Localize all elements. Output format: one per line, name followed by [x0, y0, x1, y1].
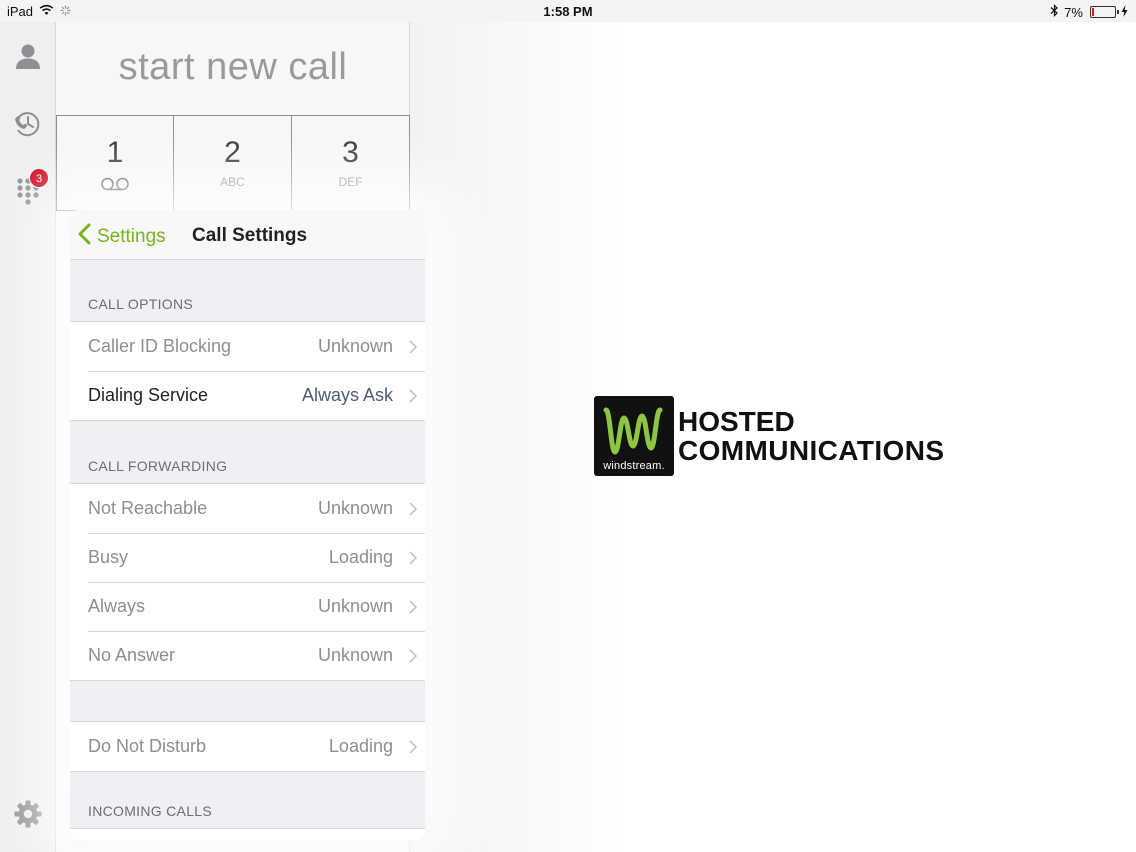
dialer-title: start new call: [118, 46, 348, 88]
chevron-right-icon: [401, 550, 425, 565]
panel-header: Settings Call Settings: [70, 210, 425, 260]
row-value: Unknown: [317, 596, 393, 616]
back-label: Settings: [97, 226, 166, 247]
chevron-left-icon: [78, 223, 91, 251]
row-label: Dialing Service: [88, 385, 209, 405]
key-1[interactable]: 1: [56, 115, 174, 211]
voicemail-icon: [57, 177, 173, 191]
row-label: Always: [88, 596, 146, 616]
recents-button[interactable]: [10, 108, 46, 144]
key-letters: ABC: [220, 175, 245, 189]
brand-line2: COMMUNICATIONS: [678, 435, 945, 466]
chevron-right-icon: [401, 599, 425, 614]
row-value: Loading: [328, 736, 393, 756]
incoming-calls-group: [70, 828, 425, 840]
left-rail: 3: [0, 22, 56, 852]
status-right: 7%: [1050, 4, 1128, 20]
keypad-badge: 3: [29, 168, 49, 188]
brand-text: HOSTED COMMUNICATIONS: [678, 407, 944, 465]
logo-word: windstream.: [603, 460, 665, 472]
panel-title: Call Settings: [192, 225, 308, 246]
bluetooth-icon: [1050, 4, 1059, 20]
row-label: Busy: [88, 547, 129, 567]
row-label: No Answer: [88, 645, 176, 665]
call-forwarding-group: Not Reachable Unknown Busy Loading Alway…: [70, 483, 425, 681]
key-digit: 2: [224, 136, 241, 169]
row-not-reachable[interactable]: Not Reachable Unknown: [70, 484, 425, 533]
brand-line1: HOSTED: [678, 406, 795, 437]
main-area: windstream. HOSTED COMMUNICATIONS: [410, 22, 1136, 852]
back-button[interactable]: Settings: [78, 223, 166, 251]
dnd-group: Do Not Disturb Loading: [70, 721, 425, 772]
windstream-logo: windstream.: [594, 396, 674, 476]
call-options-group: Caller ID Blocking Unknown Dialing Servi…: [70, 321, 425, 421]
key-2[interactable]: 2 ABC: [174, 115, 292, 211]
row-busy[interactable]: Busy Loading: [70, 533, 425, 582]
row-caller-id-blocking[interactable]: Caller ID Blocking Unknown: [70, 322, 425, 371]
row-no-answer[interactable]: No Answer Unknown: [70, 631, 425, 680]
chevron-right-icon: [401, 501, 425, 516]
key-digit: 3: [342, 136, 359, 169]
key-letters: DEF: [338, 175, 363, 189]
section-header-incoming-calls: INCOMING CALLS: [88, 803, 212, 819]
row-value: Unknown: [317, 336, 393, 356]
row-value: Unknown: [317, 645, 393, 665]
row-value: Unknown: [317, 498, 393, 518]
brand-logo: windstream. HOSTED COMMUNICATIONS: [594, 396, 944, 476]
person-icon: [14, 42, 42, 75]
row-dialing-service[interactable]: Dialing Service Always Ask: [70, 371, 425, 420]
call-settings-panel: Settings Call Settings CALL OPTIONS Call…: [70, 210, 425, 840]
chevron-right-icon: [401, 339, 425, 354]
settings-button[interactable]: [10, 798, 46, 834]
battery-percent: 7%: [1064, 4, 1083, 20]
row-label: Not Reachable: [88, 498, 208, 518]
chevron-right-icon: [401, 739, 425, 754]
row-always[interactable]: Always Unknown: [70, 582, 425, 631]
key-3[interactable]: 3 DEF: [292, 115, 410, 211]
row-value: Loading: [328, 547, 393, 567]
clock-phone-icon: [13, 109, 43, 144]
status-time: 1:58 PM: [543, 4, 593, 19]
section-header-call-options: CALL OPTIONS: [88, 296, 193, 312]
chevron-right-icon: [401, 648, 425, 663]
contacts-button[interactable]: [10, 40, 46, 76]
status-bar: iPad 1:58 PM 7%: [0, 0, 1136, 22]
row-label: Caller ID Blocking: [88, 336, 232, 356]
charging-bolt-icon: [1121, 4, 1128, 20]
row-value: Always Ask: [301, 385, 393, 405]
battery-icon: [1090, 6, 1119, 18]
gear-icon: [13, 799, 43, 834]
row-label: Do Not Disturb: [88, 736, 207, 756]
key-digit: 1: [106, 136, 124, 169]
chevron-right-icon: [401, 388, 425, 403]
section-header-call-forwarding: CALL FORWARDING: [88, 458, 228, 474]
keypad: 1 2 ABC 3 DEF: [56, 115, 410, 211]
row-do-not-disturb[interactable]: Do Not Disturb Loading: [70, 722, 425, 771]
